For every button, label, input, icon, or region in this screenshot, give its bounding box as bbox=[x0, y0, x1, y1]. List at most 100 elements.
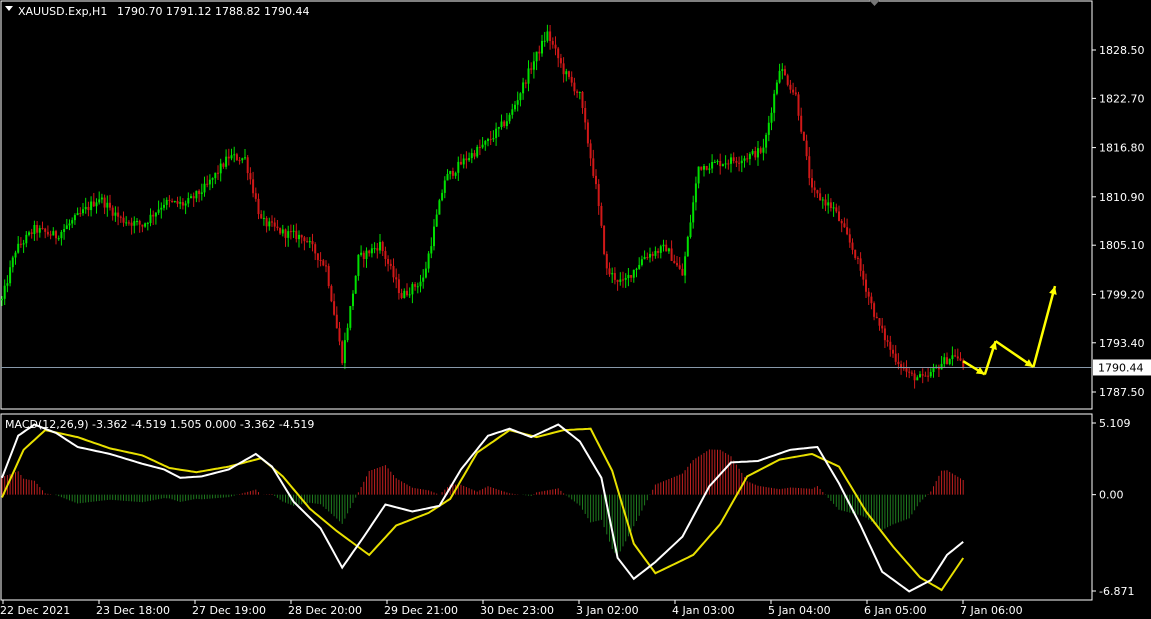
candle-body bbox=[622, 279, 624, 281]
candle-body bbox=[441, 192, 444, 201]
candle-body bbox=[354, 275, 357, 294]
candle-body bbox=[287, 231, 290, 238]
candle-body bbox=[306, 241, 309, 243]
candle-body bbox=[505, 121, 508, 127]
candle-body bbox=[724, 163, 727, 165]
candle-body bbox=[36, 225, 39, 233]
candle-body bbox=[208, 179, 211, 185]
candle-body bbox=[954, 355, 957, 357]
candle-body bbox=[154, 212, 157, 217]
time-axis-label: 30 Dec 23:00 bbox=[480, 604, 554, 617]
candle-body bbox=[559, 58, 562, 64]
candle-body bbox=[376, 248, 379, 251]
candle-body bbox=[851, 242, 854, 250]
candle-body bbox=[578, 91, 581, 93]
candle-body bbox=[708, 168, 711, 170]
candle-body bbox=[238, 160, 241, 162]
candle-body bbox=[603, 225, 606, 255]
candle-body bbox=[114, 212, 117, 216]
candle-body bbox=[821, 199, 824, 201]
candle-body bbox=[929, 372, 932, 377]
candle-body bbox=[184, 203, 187, 206]
candle-body bbox=[460, 161, 462, 165]
candle-body bbox=[443, 180, 446, 193]
candle-body bbox=[670, 248, 673, 261]
candle-body bbox=[200, 192, 203, 194]
candle-body bbox=[30, 232, 33, 234]
candle-body bbox=[11, 257, 14, 268]
candle-body bbox=[802, 131, 805, 141]
candle-body bbox=[805, 140, 808, 157]
candle-body bbox=[889, 341, 892, 350]
candle-body bbox=[454, 172, 457, 176]
candle-body bbox=[333, 301, 336, 315]
time-axis-label: 27 Dec 19:00 bbox=[192, 604, 266, 617]
candle-body bbox=[79, 213, 82, 215]
candle-body bbox=[757, 148, 759, 158]
candle-body bbox=[330, 286, 333, 302]
candle-body bbox=[257, 198, 260, 215]
candle-body bbox=[840, 220, 843, 224]
candle-body bbox=[422, 277, 425, 282]
candle-body bbox=[535, 51, 538, 62]
candle-body bbox=[630, 274, 633, 278]
candle-body bbox=[727, 163, 730, 165]
candle-body bbox=[195, 190, 198, 199]
candle-body bbox=[44, 228, 47, 232]
candle-body bbox=[651, 253, 654, 256]
candle-body bbox=[754, 150, 757, 158]
candle-body bbox=[638, 264, 641, 269]
candle-body bbox=[55, 231, 57, 239]
candle-body bbox=[697, 166, 700, 184]
candle-body bbox=[133, 221, 136, 226]
candle-body bbox=[746, 158, 749, 160]
candle-body bbox=[41, 228, 44, 230]
price-axis-label: 1793.40 bbox=[1099, 337, 1145, 350]
candle-body bbox=[570, 76, 573, 83]
ohlc-values: 1790.70 1791.12 1788.82 1790.44 bbox=[117, 5, 309, 18]
candle-body bbox=[117, 212, 120, 217]
candle-body bbox=[843, 223, 846, 228]
candle-body bbox=[748, 153, 751, 160]
candle-body bbox=[919, 374, 921, 378]
candle-body bbox=[252, 179, 255, 194]
candle-body bbox=[546, 31, 549, 41]
candle-body bbox=[878, 318, 881, 326]
candle-body bbox=[476, 146, 479, 157]
candle-body bbox=[308, 241, 311, 243]
candle-body bbox=[932, 367, 935, 373]
candle-body bbox=[681, 268, 684, 276]
candle-body bbox=[465, 158, 468, 161]
candle-body bbox=[730, 157, 732, 164]
candle-body bbox=[657, 250, 660, 253]
candle-body bbox=[211, 178, 214, 180]
candle-body bbox=[497, 127, 500, 129]
candle-body bbox=[751, 150, 754, 154]
candle-body bbox=[481, 144, 484, 148]
candle-body bbox=[335, 314, 338, 329]
candle-body bbox=[676, 263, 678, 266]
macd-axis-label: 5.109 bbox=[1099, 417, 1131, 430]
candle-body bbox=[49, 234, 52, 236]
candle-body bbox=[130, 222, 133, 226]
price-axis-label: 1799.20 bbox=[1099, 288, 1145, 301]
candle-body bbox=[924, 375, 927, 377]
candle-body bbox=[624, 278, 627, 280]
candle-body bbox=[6, 283, 9, 286]
candle-body bbox=[214, 172, 217, 179]
candle-body bbox=[773, 93, 776, 113]
candle-body bbox=[176, 201, 179, 204]
candle-body bbox=[886, 340, 889, 342]
candle-body bbox=[311, 241, 314, 245]
candle-body bbox=[694, 183, 697, 203]
price-axis-label: 1828.50 bbox=[1099, 44, 1145, 57]
candle-body bbox=[659, 246, 662, 253]
candle-body bbox=[327, 266, 330, 287]
candle-body bbox=[68, 223, 71, 226]
candle-body bbox=[395, 277, 398, 280]
candle-body bbox=[146, 223, 149, 225]
candle-body bbox=[424, 268, 427, 278]
candle-body bbox=[468, 158, 471, 161]
chart-canvas[interactable]: 1828.50 1822.70 1816.80 1810.90 1805.10 1799.… bbox=[0, 0, 1151, 619]
candle-body bbox=[122, 217, 125, 223]
